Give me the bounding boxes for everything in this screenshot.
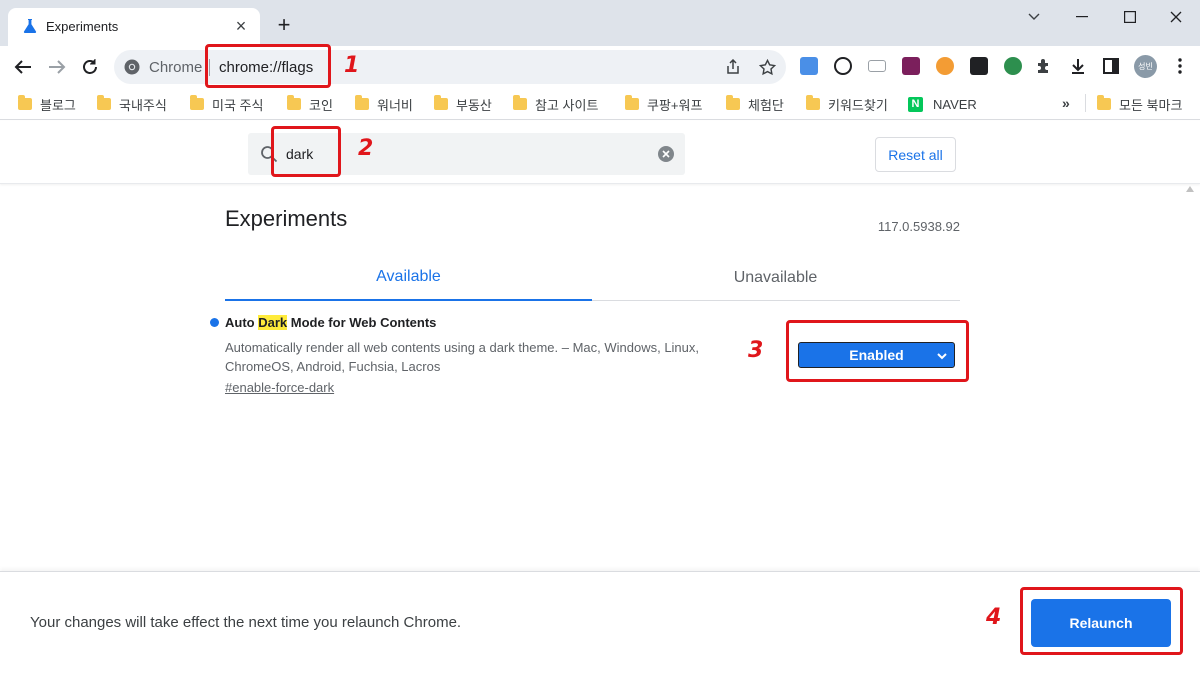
folder-icon [190, 95, 204, 110]
send-extension-icon[interactable] [834, 57, 852, 75]
annotation-box-select [786, 320, 969, 382]
flag-title: Auto Dark Mode for Web Contents [225, 315, 437, 330]
folder-icon [726, 95, 740, 110]
relaunch-message: Your changes will take effect the next t… [30, 614, 462, 631]
folder-icon [434, 95, 448, 110]
omnibox-site-label: Chrome [149, 59, 203, 76]
annotation-number: 1 [344, 53, 360, 78]
folder-icon [513, 95, 527, 110]
flask-icon [23, 19, 37, 33]
app-extension-icon[interactable] [902, 57, 920, 75]
back-arrow-icon[interactable] [12, 56, 34, 78]
bookmarks-bar: 블로그 국내주식 미국 주식 코인 워너비 부동산 참고 사이트 쿠팡+워프 체… [0, 88, 1200, 120]
tab-available[interactable]: Available [225, 255, 592, 301]
card-extension-icon[interactable] [868, 60, 886, 72]
bookmark-folder[interactable]: 쿠팡+워프 [625, 95, 702, 113]
reload-icon[interactable] [79, 56, 101, 78]
folder-icon [287, 95, 301, 110]
tab-search-chevron-icon[interactable] [1022, 6, 1046, 28]
bookmark-folder[interactable]: 코인 [287, 95, 333, 113]
flag-description: Automatically render all web contents us… [225, 340, 700, 374]
close-window-icon[interactable] [1164, 6, 1188, 28]
share-icon[interactable] [724, 58, 742, 76]
annotation-number: 2 [358, 136, 374, 161]
close-tab-icon[interactable]: × [232, 16, 250, 36]
page-title: Experiments [225, 206, 348, 231]
download-icon[interactable] [1068, 56, 1088, 76]
annotation-number: 3 [748, 338, 764, 363]
tab-strip: Experiments × + [0, 0, 1200, 46]
bookmark-all-folder[interactable]: 모든 북마크 [1097, 95, 1182, 113]
bookmark-folder[interactable]: 워너비 [355, 95, 413, 113]
bookmarks-overflow-chevron-icon[interactable]: » [1062, 95, 1070, 111]
bookmark-naver[interactable]: N NAVER [908, 95, 977, 113]
globe-extension-icon[interactable] [1004, 57, 1022, 75]
tab-title: Experiments [46, 19, 119, 34]
browser-tab-experiments[interactable]: Experiments × [8, 8, 260, 46]
tab-unavailable[interactable]: Unavailable [592, 255, 959, 301]
folder-icon [806, 95, 820, 110]
folder-icon [18, 95, 32, 110]
forward-arrow-icon[interactable] [46, 56, 68, 78]
bookmark-folder[interactable]: 키워드찾기 [806, 95, 888, 113]
annotation-box-search [271, 126, 341, 177]
version-label: 117.0.5938.92 [877, 219, 960, 234]
new-tab-button[interactable]: + [274, 14, 294, 36]
flags-tabs: Available Unavailable [225, 255, 960, 301]
bookmark-folder[interactable]: 부동산 [434, 95, 492, 113]
bookmark-folder[interactable]: 블로그 [18, 95, 76, 113]
maximize-icon[interactable] [1118, 6, 1142, 28]
annotation-box-url [205, 44, 331, 88]
flag-permalink[interactable]: #enable-force-dark [225, 380, 334, 395]
folder-icon [97, 95, 111, 110]
annotation-number: 4 [986, 605, 1002, 630]
note-extension-icon[interactable] [800, 57, 818, 75]
leaf-extension-icon[interactable] [936, 57, 954, 75]
bookmark-star-icon[interactable] [758, 58, 776, 76]
bookmark-folder[interactable]: 체험단 [726, 95, 784, 113]
scroll-up-arrow-icon[interactable] [1186, 186, 1194, 192]
profile-avatar[interactable]: 성빈 [1134, 55, 1157, 78]
extensions-puzzle-icon[interactable] [1034, 56, 1054, 76]
folder-icon [1097, 95, 1111, 110]
flag-modified-dot [210, 318, 219, 327]
clear-search-icon[interactable] [657, 145, 675, 163]
ai-extension-icon[interactable] [970, 57, 988, 75]
search-highlight: Dark [258, 315, 288, 330]
side-panel-icon[interactable] [1101, 56, 1121, 76]
reset-all-button[interactable]: Reset all [875, 137, 956, 172]
bookmark-folder[interactable]: 국내주식 [97, 95, 167, 113]
bookmarks-divider [1085, 94, 1086, 112]
bookmark-folder[interactable]: 미국 주식 [190, 95, 263, 113]
annotation-box-relaunch [1020, 587, 1183, 655]
folder-icon [625, 95, 639, 110]
chrome-logo-icon [124, 59, 140, 75]
bookmark-folder[interactable]: 참고 사이트 [513, 95, 598, 113]
minimize-icon[interactable] [1070, 6, 1094, 28]
folder-icon [355, 95, 369, 110]
more-menu-icon[interactable] [1170, 56, 1190, 76]
naver-logo-icon: N [908, 96, 923, 112]
